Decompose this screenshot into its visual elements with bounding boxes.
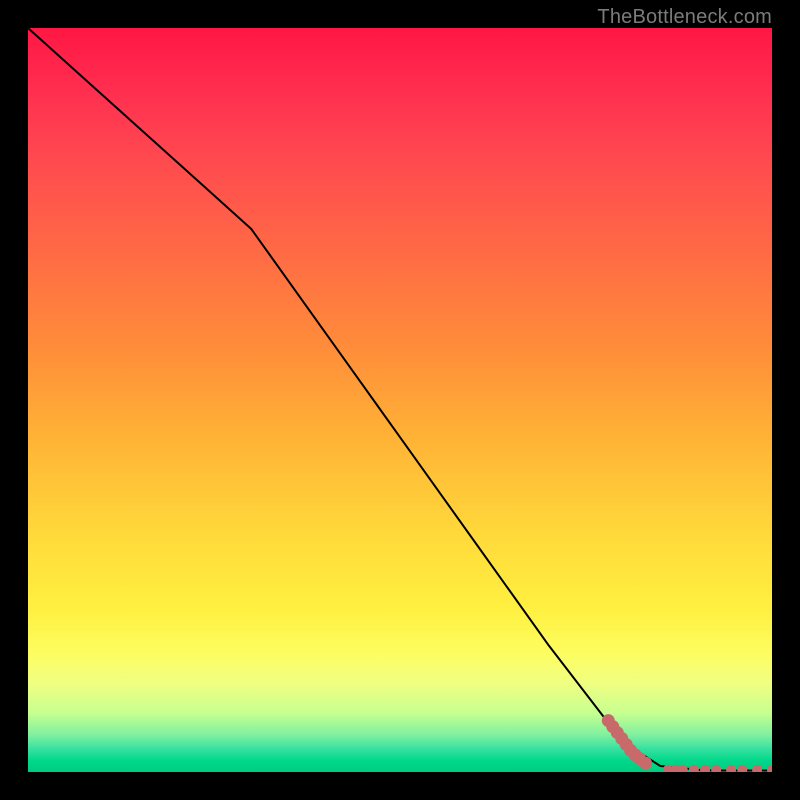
watermark-text: TheBottleneck.com: [597, 6, 772, 29]
marker-point: [678, 765, 688, 772]
chart-overlay: [28, 28, 772, 772]
marker-point: [737, 765, 747, 772]
marker-point: [639, 757, 652, 770]
curve-line: [28, 28, 772, 771]
markers-tail: [663, 765, 772, 772]
plot-area: [28, 28, 772, 772]
chart-frame: TheBottleneck.com: [0, 0, 800, 800]
markers-segment: [602, 714, 652, 769]
marker-point: [711, 765, 721, 772]
marker-point: [752, 765, 762, 772]
marker-point: [700, 765, 710, 772]
marker-point: [689, 765, 699, 772]
marker-point: [726, 765, 736, 772]
marker-point: [767, 765, 772, 772]
